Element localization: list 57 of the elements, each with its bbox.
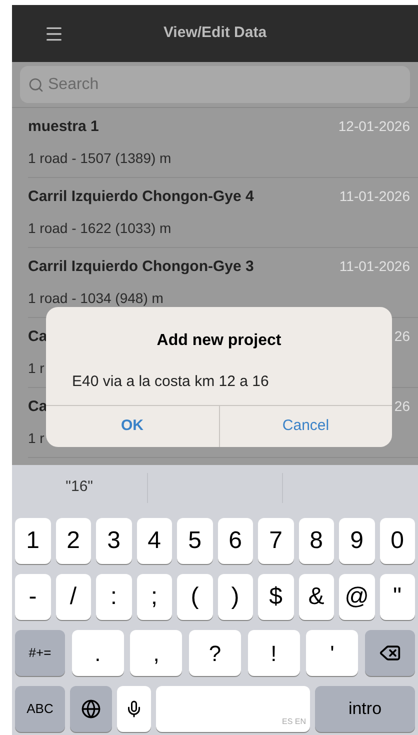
project-detail: 1 r (28, 359, 46, 378)
project-date: 26 (394, 326, 410, 346)
search-icon (28, 76, 44, 92)
keyboard-key[interactable]: 0 (380, 518, 415, 564)
keyboard-key[interactable]: ' (306, 630, 358, 676)
header-title: View/Edit Data (163, 23, 267, 44)
keyboard-key[interactable]: 2 (56, 518, 91, 564)
project-name: muestra 1 (28, 116, 99, 137)
keyboard-key[interactable]: 3 (96, 518, 132, 564)
keyboard-key[interactable]: ! (248, 630, 300, 676)
keyboard-key[interactable]: , (130, 630, 182, 676)
search-bar[interactable]: Search (20, 66, 410, 103)
keyboard-key[interactable]: ? (188, 630, 241, 676)
project-detail: 1 road - 1507 (1389) m (28, 149, 172, 168)
project-detail: 1 road - 1034 (948) m (28, 289, 164, 308)
globe-icon (81, 699, 101, 719)
keyboard-key[interactable]: . (72, 630, 124, 676)
keyboard-key[interactable]: $ (258, 574, 294, 620)
project-name-field[interactable]: E40 via a la costa km 12 a 16 (72, 371, 392, 394)
project-row[interactable]: muestra 1 12-01-2026 1 road - 1507 (1389) m (28, 108, 418, 178)
project-row[interactable]: Carril Izquierdo Chongon-Gye 4 11-01-2026 1 road - 1622 (1033) m (28, 178, 418, 248)
project-date: 11-01-2026 (339, 186, 410, 206)
project-name: Ca (28, 396, 48, 417)
keyboard-key[interactable]: 6 (218, 518, 253, 564)
microphone-key[interactable] (117, 686, 151, 732)
keyboard-key[interactable]: / (56, 574, 91, 620)
keyboard-key[interactable]: : (96, 574, 132, 620)
keyboard-key[interactable]: " (380, 574, 415, 620)
keyboard-key[interactable]: @ (339, 574, 374, 620)
keyboard-key[interactable]: 5 (177, 518, 212, 564)
project-name: Ca (28, 326, 48, 347)
project-date: 12-01-2026 (338, 116, 410, 136)
search-field[interactable]: Search (48, 72, 402, 96)
keyboard-key[interactable]: & (298, 574, 334, 620)
project-date: 26 (394, 396, 410, 416)
dialog-title: Add new project (156, 331, 282, 351)
keyboard-key[interactable]: ( (177, 574, 212, 620)
keyboard-key[interactable]: 1 (15, 518, 50, 564)
keyboard-key[interactable]: 7 (258, 518, 294, 564)
keyboard-key[interactable]: #+= (15, 630, 65, 676)
suggestion[interactable]: "16" (66, 476, 93, 499)
keyboard-key[interactable]: - (15, 574, 50, 620)
keyboard-key[interactable]: 9 (339, 518, 374, 564)
keyboard-key[interactable]: ; (136, 574, 172, 620)
project-detail: 1 road - 1622 (1033) m (28, 219, 172, 238)
delete-key[interactable] (364, 630, 415, 676)
project-date: 11-01-2026 (339, 256, 410, 276)
microphone-icon (125, 700, 143, 718)
keyboard-key[interactable]: 8 (298, 518, 334, 564)
globe-key[interactable] (70, 686, 112, 732)
project-name: Carril Izquierdo Chongon-Gye 4 (28, 186, 254, 207)
project-name: Carril Izquierdo Chongon-Gye 3 (28, 256, 254, 277)
keyboard-key[interactable]: 4 (136, 518, 172, 564)
keyboard-key[interactable]: ABC (15, 686, 65, 732)
project-detail: 1 r (28, 429, 46, 448)
keyboard-key[interactable]: ) (218, 574, 253, 620)
return-key[interactable]: intro (315, 686, 415, 732)
